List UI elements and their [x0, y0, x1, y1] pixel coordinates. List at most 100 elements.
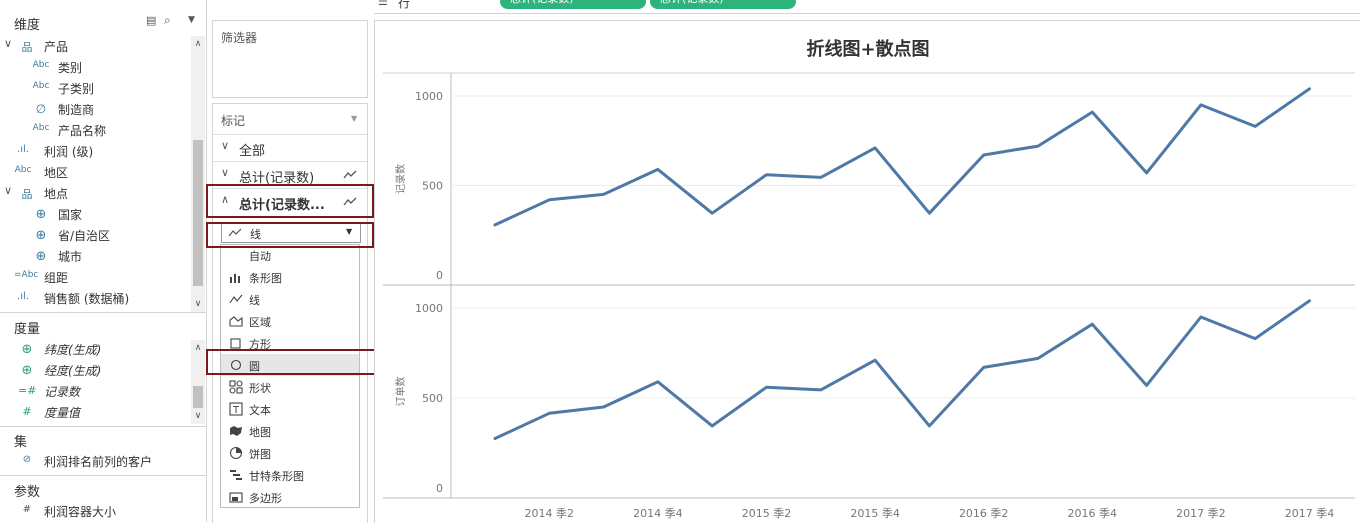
measure-item-label: 纬度(生成) — [44, 343, 102, 357]
bar-chart-icon — [229, 270, 243, 284]
mark-type-option-12[interactable]: 多边形 — [221, 486, 359, 508]
set-item[interactable]: ⊘ 利润排名前列的客户 — [0, 451, 190, 471]
dimension-item-label: 地区 — [44, 166, 69, 180]
param-item-label: 利润容器大小 — [44, 505, 117, 519]
chart-view[interactable]: 折线图+散点图 0 500 1000 记录数 0 500 1000 订单数 2014 季2 201… — [374, 20, 1360, 523]
dimension-item[interactable]: ∨ 品产品 — [0, 36, 190, 56]
mark-type-option-9[interactable]: 地图 — [221, 420, 359, 442]
filters-card[interactable]: 筛选器 — [212, 20, 368, 98]
globe-icon: ⊕ — [21, 342, 33, 357]
dimension-item[interactable]: ∅ 制造商 — [0, 99, 190, 119]
mark-type-option-11[interactable]: 甘特条形图 — [221, 464, 359, 486]
bar-icon: .ıl. — [17, 144, 29, 155]
x-tick-label: 2017 季4 — [1285, 507, 1335, 520]
paperclip-icon: ∅ — [35, 102, 47, 116]
params-header-label: 参数 — [14, 485, 41, 500]
y-tick-label: 1000 — [415, 90, 443, 103]
text-icon: T — [229, 402, 243, 416]
sets-header: 集 — [0, 429, 206, 450]
y-tick-label: 500 — [422, 392, 443, 405]
chevron-down-icon[interactable]: ∨ — [4, 184, 12, 197]
hash-icon: # — [22, 504, 32, 515]
abc-icon: Abc — [32, 81, 50, 91]
dimension-item[interactable]: ⊕ 省/自治区 — [0, 225, 190, 245]
rows-pill-1[interactable]: 总计(记录数) — [500, 0, 646, 9]
dimension-item[interactable]: Abc 子类别 — [0, 78, 190, 98]
hash-icon: # — [22, 405, 32, 418]
list-view-icon[interactable]: ▤ — [146, 14, 156, 27]
rows-shelf[interactable]: ☰ 行 总计(记录数) 总计(记录数) — [374, 0, 1360, 14]
sets-header-label: 集 — [14, 435, 28, 450]
data-pane: 维度 ▤ ⌕ ▼ ∨ 品产品 Abc 类别 Abc 子类别 ∅ 制造商 Abc 产品名称 .ıl. 利… — [0, 0, 207, 522]
mark-type-option-10[interactable]: 饼图 — [221, 442, 359, 464]
marks-title: 标记 — [221, 114, 246, 128]
scroll-thumb[interactable] — [193, 386, 203, 408]
measure-item[interactable]: =# 记录数 — [0, 381, 190, 401]
dimension-item-label: 国家 — [58, 208, 83, 222]
mark-type-option-label: 条形图 — [249, 272, 282, 285]
line-mark-icon — [343, 170, 357, 179]
search-icon[interactable]: ⌕ — [164, 13, 171, 28]
series-line — [493, 87, 1311, 227]
rows-shelf-label: 行 — [398, 0, 411, 10]
mark-type-option-2[interactable]: 条形图 — [221, 266, 359, 288]
x-tick-label: 2017 季2 — [1176, 507, 1226, 520]
x-tick-label: 2015 季4 — [850, 507, 900, 520]
gantt-icon — [229, 468, 243, 482]
mark-type-option-label: 自动 — [249, 250, 271, 263]
dimension-item[interactable]: Abc 类别 — [0, 57, 190, 77]
rows-pill-2[interactable]: 总计(记录数) — [650, 0, 796, 9]
marks-card-all[interactable]: ∨ 全部 — [213, 134, 367, 161]
measures-scrollbar[interactable]: ∧ ∨ — [191, 340, 205, 424]
mark-type-option-7[interactable]: 形状 — [221, 376, 359, 398]
measures-header: 度量 — [0, 316, 206, 337]
chevron-down-icon[interactable]: ∨ — [221, 166, 229, 179]
scroll-up-icon[interactable]: ∧ — [191, 342, 205, 354]
highlight-box-3 — [206, 349, 382, 375]
dimension-item-label: 类别 — [58, 61, 83, 75]
mark-type-option-label: 甘特条形图 — [249, 470, 304, 483]
dimension-item-label: 组距 — [44, 271, 69, 285]
mark-type-option-label: 形状 — [249, 382, 271, 395]
mark-type-option-label: 多边形 — [249, 492, 282, 505]
dimension-item[interactable]: .ıl. 销售额 (数据桶) — [0, 288, 190, 308]
dimension-item[interactable]: .ıl. 利润 (级) — [0, 141, 190, 161]
pie-icon — [229, 446, 243, 460]
y-tick-label: 0 — [436, 482, 443, 495]
measures-header-label: 度量 — [14, 322, 41, 337]
dimensions-scrollbar[interactable]: ∧ ∨ — [191, 36, 205, 312]
params-header: 参数 — [0, 479, 206, 500]
dimension-item-label: 利润 (级) — [44, 145, 94, 159]
scroll-down-icon[interactable]: ∨ — [191, 410, 205, 422]
dimension-item[interactable]: Abc 产品名称 — [0, 120, 190, 140]
dimension-item[interactable]: Abc 地区 — [0, 162, 190, 182]
dimension-item-label: 地点 — [44, 187, 69, 201]
dimension-item-label: 城市 — [58, 250, 83, 264]
dimension-item[interactable]: ⊕ 城市 — [0, 246, 190, 266]
chevron-down-icon[interactable]: ∨ — [4, 37, 12, 50]
mark-type-option-label: 区域 — [249, 316, 271, 329]
marks-menu-icon[interactable]: ▼ — [351, 114, 357, 123]
set-icon: ⊘ — [22, 454, 32, 465]
globe-icon: ⊕ — [35, 228, 47, 243]
measure-item[interactable]: ⊕ 纬度(生成) — [0, 339, 190, 359]
abc-icon: Abc — [32, 60, 50, 70]
abc-icon: Abc — [32, 123, 50, 133]
dimension-item[interactable]: ∨ 品地点 — [0, 183, 190, 203]
scroll-thumb[interactable] — [193, 140, 203, 286]
dimension-item[interactable]: =Abc 组距 — [0, 267, 190, 287]
scroll-up-icon[interactable]: ∧ — [191, 38, 205, 50]
line-icon — [229, 292, 243, 306]
param-item[interactable]: # 利润容器大小 — [0, 501, 190, 521]
chevron-down-icon[interactable]: ∨ — [221, 139, 229, 152]
mark-type-option-8[interactable]: T 文本 — [221, 398, 359, 420]
menu-arrow-icon[interactable]: ▼ — [188, 15, 195, 25]
dimension-item[interactable]: ⊕ 国家 — [0, 204, 190, 224]
scroll-down-icon[interactable]: ∨ — [191, 298, 205, 310]
mark-type-option-4[interactable]: 区域 — [221, 310, 359, 332]
mark-type-option-3[interactable]: 线 — [221, 288, 359, 310]
measure-item[interactable]: ⊕ 经度(生成) — [0, 360, 190, 380]
set-item-label: 利润排名前列的客户 — [44, 455, 153, 469]
measure-item[interactable]: # 度量值 — [0, 402, 190, 422]
highlight-box-2 — [206, 222, 374, 248]
